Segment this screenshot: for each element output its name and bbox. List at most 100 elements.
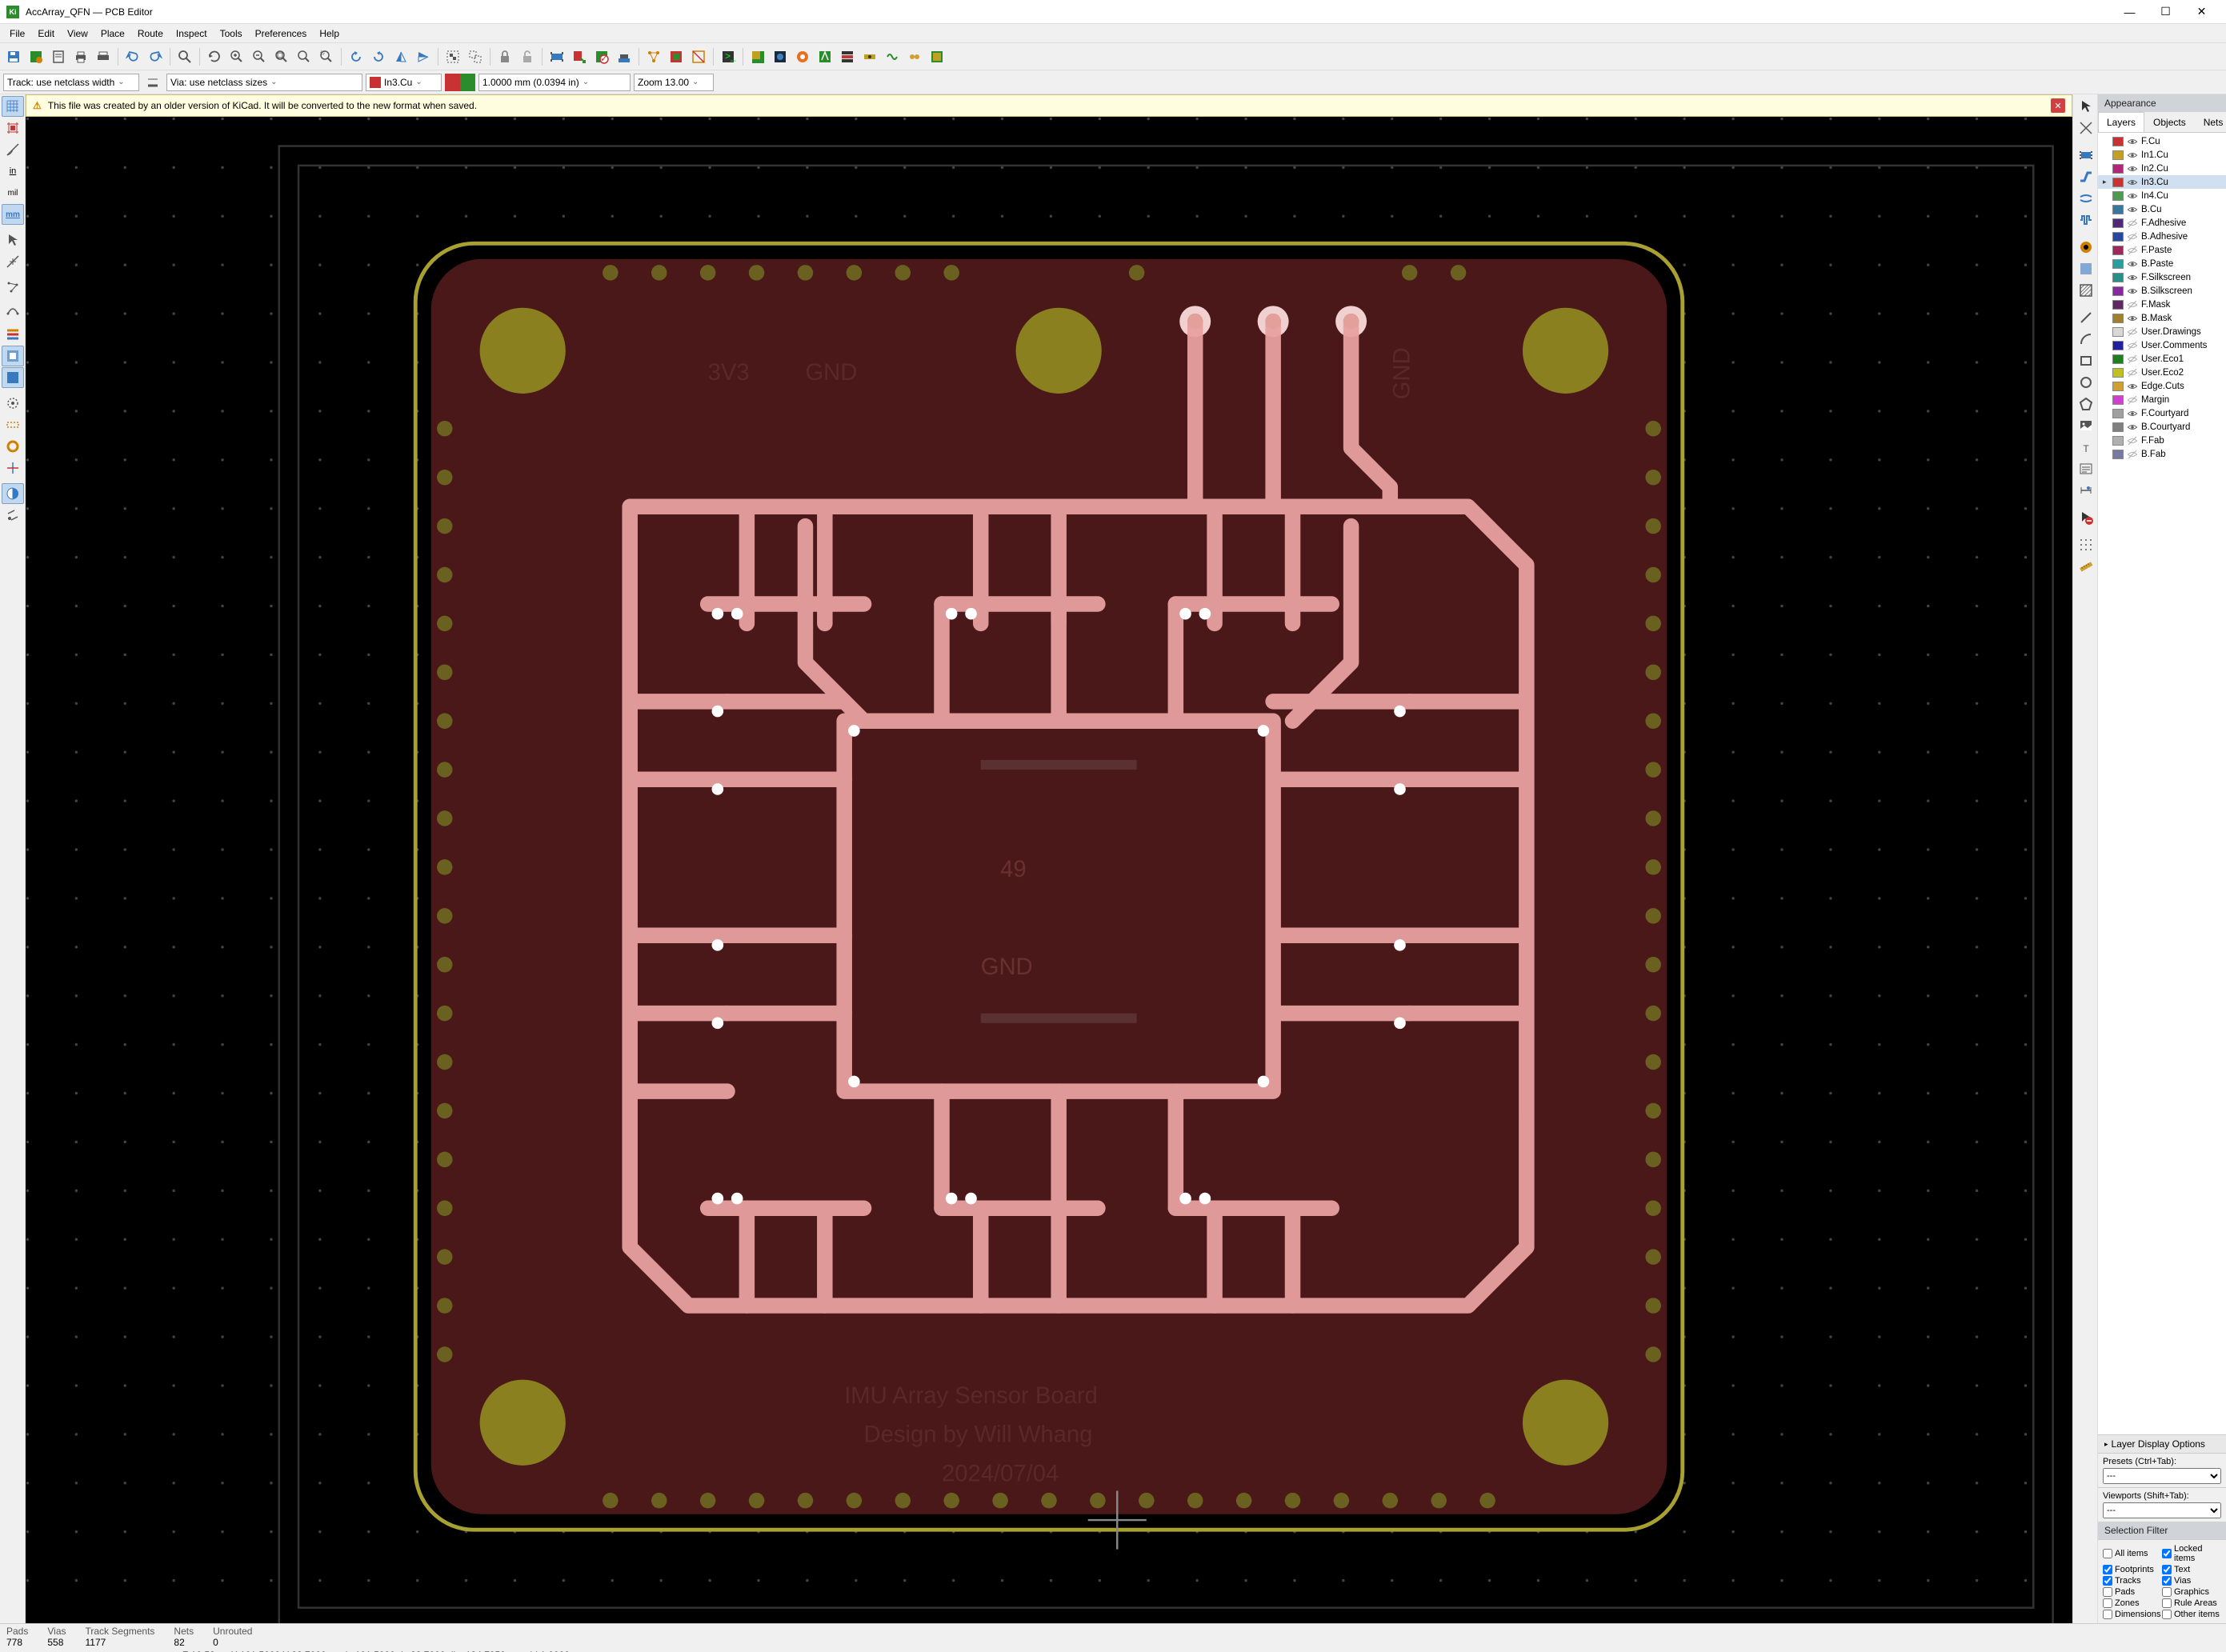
layer-row-f-mask[interactable]: F.Mask — [2098, 298, 2226, 311]
inches-icon[interactable]: in — [2, 161, 24, 182]
menu-file[interactable]: File — [3, 26, 31, 42]
polar-coords-icon[interactable] — [2, 139, 24, 160]
place-footprint-icon[interactable] — [2075, 145, 2097, 166]
filter-vias[interactable]: Vias — [2162, 1575, 2221, 1586]
menu-edit[interactable]: Edit — [31, 26, 61, 42]
zoom-combo[interactable]: Zoom 13.00 — [634, 74, 714, 91]
layer-visibility-icon[interactable] — [2127, 136, 2138, 147]
tab-objects[interactable]: Objects — [2144, 112, 2195, 132]
layer-swatch[interactable] — [2112, 300, 2124, 310]
refresh-icon[interactable] — [204, 46, 225, 67]
pad-display-icon[interactable] — [2, 367, 24, 388]
local-ratsnest-icon[interactable] — [2075, 118, 2097, 138]
layer-visibility-icon[interactable] — [2127, 367, 2138, 378]
draw-line-icon[interactable] — [2075, 307, 2097, 328]
layer-row-f-cu[interactable]: F.Cu — [2098, 134, 2226, 148]
layer-swatch[interactable] — [2112, 164, 2124, 174]
zoom-window-icon[interactable] — [316, 46, 337, 67]
layer-swatch[interactable] — [2112, 246, 2124, 255]
delete-tool-icon[interactable] — [2075, 507, 2097, 528]
scripting-console-icon[interactable]: >_ — [718, 46, 739, 67]
layer-swatch[interactable] — [2112, 314, 2124, 323]
layer-row-edge-cuts[interactable]: Edge.Cuts — [2098, 379, 2226, 393]
layer-swatch[interactable] — [2112, 341, 2124, 350]
footprint-editor-icon[interactable] — [546, 46, 567, 67]
plugin-6-icon[interactable] — [882, 46, 903, 67]
text-display-icon[interactable] — [2, 458, 24, 478]
menu-tools[interactable]: Tools — [214, 26, 249, 42]
filter-footprints[interactable]: Footprints — [2103, 1564, 2162, 1575]
close-button[interactable]: ✕ — [2184, 0, 2220, 24]
tune-length-icon[interactable] — [2075, 210, 2097, 230]
menu-help[interactable]: Help — [313, 26, 346, 42]
filter-zones[interactable]: Zones — [2103, 1598, 2162, 1609]
zoom-selection-icon[interactable] — [294, 46, 314, 67]
layer-visibility-icon[interactable] — [2127, 218, 2138, 229]
layer-row-f-paste[interactable]: F.Paste — [2098, 243, 2226, 257]
layer-row-b-silkscreen[interactable]: B.Silkscreen — [2098, 284, 2226, 298]
grid-override-icon[interactable] — [2, 118, 24, 138]
filter-other-items[interactable]: Other items — [2162, 1609, 2221, 1620]
layer-swatch[interactable] — [2112, 137, 2124, 146]
place-dimension-icon[interactable] — [2075, 480, 2097, 501]
select-tool-icon[interactable] — [2075, 96, 2097, 117]
filter-rule-areas[interactable]: Rule Areas — [2162, 1598, 2221, 1609]
route-diff-pair-icon[interactable] — [2075, 188, 2097, 209]
place-rule-area-icon[interactable] — [2075, 280, 2097, 301]
fill-zones-icon[interactable] — [666, 46, 687, 67]
layer-swatch[interactable] — [2112, 409, 2124, 418]
track-display-icon[interactable] — [2, 414, 24, 435]
layer-row-user-eco1[interactable]: User.Eco1 — [2098, 352, 2226, 366]
layer-swatch[interactable] — [2112, 436, 2124, 446]
layer-row-b-adhesive[interactable]: B.Adhesive — [2098, 230, 2226, 243]
layer-row-b-paste[interactable]: B.Paste — [2098, 257, 2226, 270]
layer-row-b-cu[interactable]: B.Cu — [2098, 202, 2226, 216]
cursor-shape-icon[interactable] — [2, 230, 24, 250]
unlock-icon[interactable] — [517, 46, 538, 67]
zoom-in-icon[interactable] — [226, 46, 247, 67]
layer-row-in3-cu[interactable]: ▸In3.Cu — [2098, 175, 2226, 189]
mirror-v-icon[interactable] — [390, 46, 411, 67]
place-via-icon[interactable] — [2075, 237, 2097, 258]
via-display-icon[interactable] — [2, 393, 24, 414]
plugin-2-icon[interactable] — [792, 46, 813, 67]
presets-select[interactable]: --- — [2103, 1468, 2221, 1484]
layer-swatch[interactable] — [2112, 395, 2124, 405]
contrast-mode-icon[interactable] — [2, 483, 24, 504]
net-color-icon[interactable] — [2, 324, 24, 345]
plugin-3-icon[interactable] — [815, 46, 835, 67]
rotate-ccw-icon[interactable] — [346, 46, 366, 67]
layer-visibility-icon[interactable] — [2127, 231, 2138, 242]
layer-row-b-fab[interactable]: B.Fab — [2098, 447, 2226, 461]
layer-visibility-icon[interactable] — [2127, 449, 2138, 460]
layer-visibility-icon[interactable] — [2127, 163, 2138, 174]
filter-text[interactable]: Text — [2162, 1564, 2221, 1575]
lock-icon[interactable] — [494, 46, 515, 67]
layer-swatch[interactable] — [2112, 273, 2124, 282]
menu-preferences[interactable]: Preferences — [249, 26, 314, 42]
plot-icon[interactable] — [93, 46, 114, 67]
draw-arc-icon[interactable] — [2075, 329, 2097, 350]
plugin-1-icon[interactable] — [770, 46, 791, 67]
maximize-button[interactable]: ☐ — [2148, 0, 2184, 24]
layer-swatch[interactable] — [2112, 368, 2124, 378]
ungroup-icon[interactable] — [465, 46, 486, 67]
filter-dimensions[interactable]: Dimensions — [2103, 1609, 2162, 1620]
auto-track-width-icon[interactable] — [142, 72, 163, 93]
layer-swatch[interactable] — [2112, 286, 2124, 296]
grid-icon[interactable] — [747, 46, 768, 67]
plugin-8-icon[interactable] — [927, 46, 947, 67]
layer-visibility-icon[interactable] — [2127, 299, 2138, 310]
track-width-combo[interactable]: Track: use netclass width — [3, 74, 139, 91]
zone-display-icon[interactable] — [2, 346, 24, 366]
layer-row-b-courtyard[interactable]: B.Courtyard — [2098, 420, 2226, 434]
banner-close-icon[interactable]: ✕ — [2051, 98, 2065, 113]
layer-row-margin[interactable]: Margin — [2098, 393, 2226, 406]
layer-pair-swatch[interactable] — [445, 74, 475, 91]
layer-row-f-fab[interactable]: F.Fab — [2098, 434, 2226, 447]
curved-ratsnest-icon[interactable] — [2, 298, 24, 319]
show-grid-icon[interactable] — [2, 96, 24, 117]
layer-visibility-icon[interactable] — [2127, 245, 2138, 256]
layer-swatch[interactable] — [2112, 205, 2124, 214]
menu-place[interactable]: Place — [94, 26, 131, 42]
